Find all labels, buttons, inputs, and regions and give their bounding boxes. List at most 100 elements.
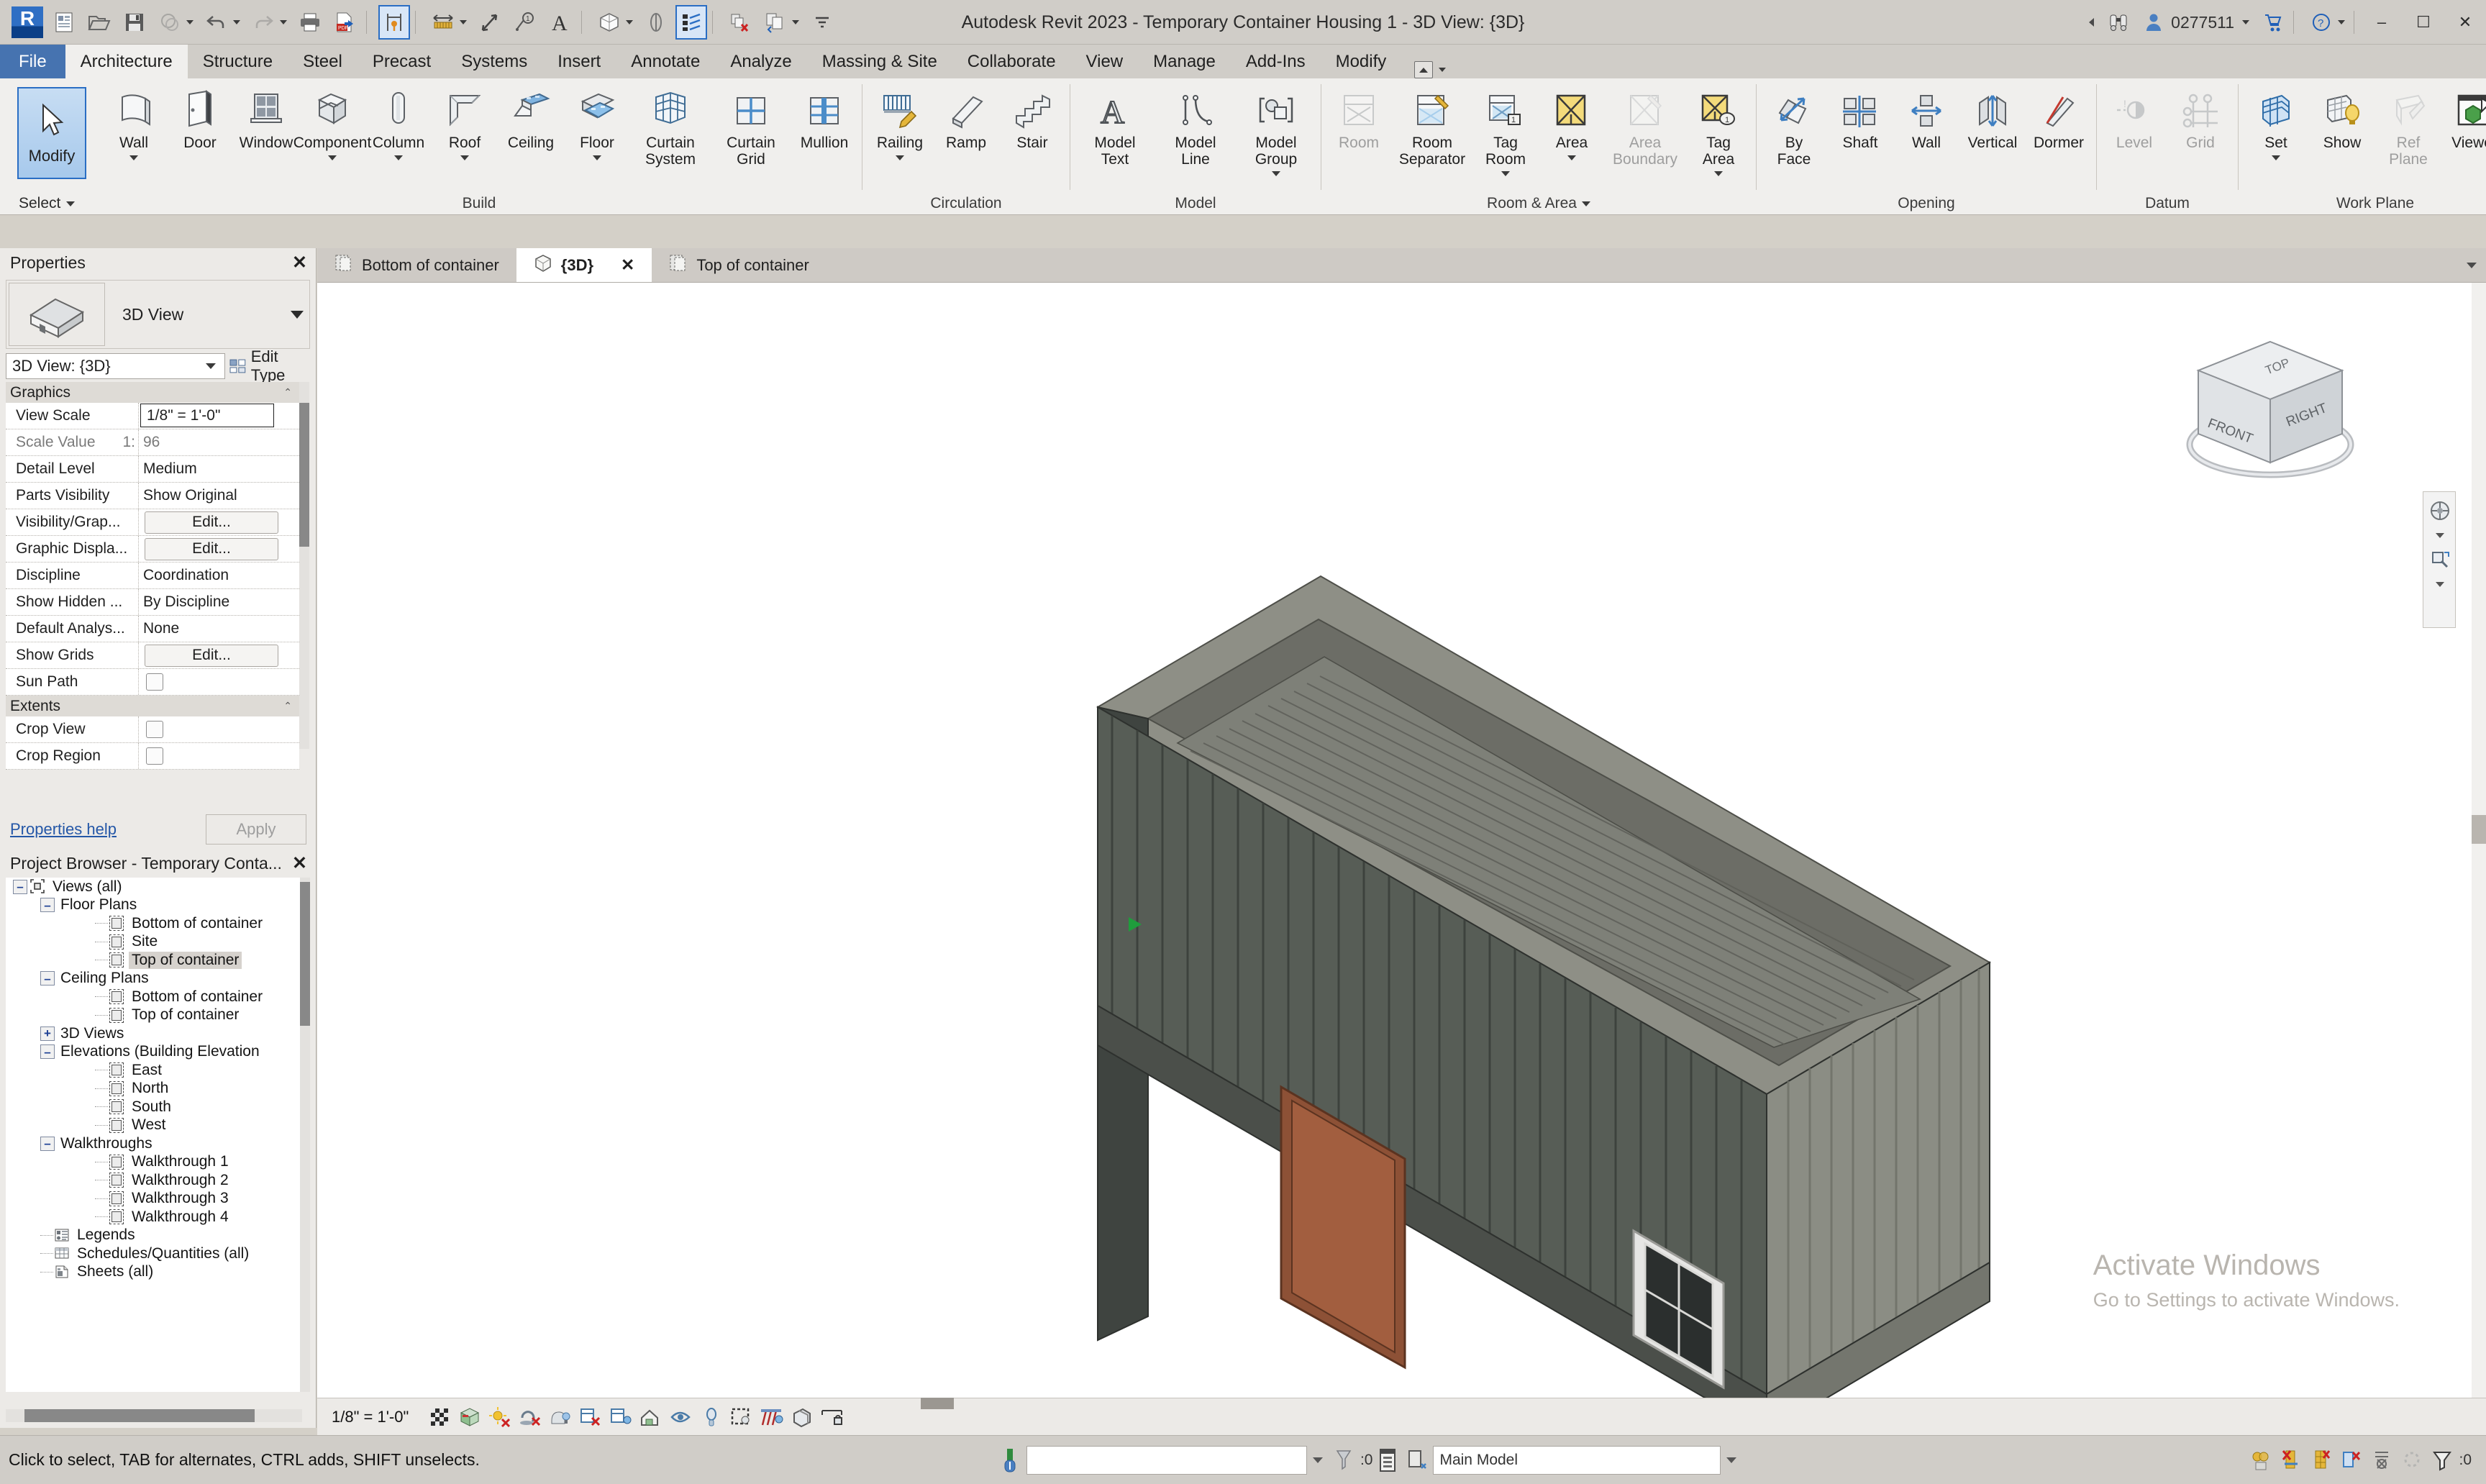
- view-cube[interactable]: TOP FRONT RIGHT: [2162, 326, 2378, 509]
- ribbon-button-railing[interactable]: Railing: [867, 83, 933, 160]
- view-tab-overflow-icon[interactable]: [2457, 248, 2486, 282]
- text-icon[interactable]: A: [546, 6, 575, 38]
- browser-node-top-of-container[interactable]: Top of container: [6, 951, 302, 970]
- property-checkbox[interactable]: [146, 673, 163, 691]
- chevron-down-icon[interactable]: [1501, 171, 1510, 177]
- ribbon-button-tag-room[interactable]: 1 Tag Room: [1472, 83, 1539, 177]
- select-pinned-icon[interactable]: [2397, 1444, 2427, 1477]
- select-underlay-icon[interactable]: [2367, 1444, 2397, 1477]
- keynote-icon[interactable]: 1: [511, 6, 539, 38]
- active-workset-combobox[interactable]: Main Model: [1433, 1445, 1721, 1475]
- ribbon-tab-analyze[interactable]: Analyze: [715, 45, 806, 78]
- browser-node-walkthrough-3[interactable]: Walkthrough 3: [6, 1190, 302, 1208]
- ribbon-button-wall[interactable]: Wall: [1893, 83, 1959, 152]
- ribbon-tab-file[interactable]: File: [0, 45, 65, 78]
- properties-scroll-thumb[interactable]: [299, 403, 309, 547]
- browser-node-elevations-building-elevation[interactable]: – Elevations (Building Elevation: [6, 1043, 302, 1062]
- property-checkbox[interactable]: [146, 721, 163, 738]
- save-icon[interactable]: [120, 6, 149, 38]
- chevron-down-icon[interactable]: [896, 155, 904, 160]
- browser-node-3d-views[interactable]: +3D Views: [6, 1024, 302, 1043]
- ribbon-button-model-text[interactable]: A Model Text: [1075, 83, 1155, 168]
- browser-node-walkthrough-2[interactable]: Walkthrough 2: [6, 1171, 302, 1190]
- ribbon-tab-architecture[interactable]: Architecture: [65, 45, 188, 78]
- browser-node-sheets-all[interactable]: Sheets (all): [6, 1263, 302, 1282]
- ribbon-button-ramp[interactable]: Ramp: [933, 83, 999, 152]
- ribbon-button-door[interactable]: Door: [167, 83, 233, 152]
- editing-requests-icon[interactable]: [1403, 1444, 1433, 1477]
- selection-filter-dropdown-icon[interactable]: [1307, 1457, 1329, 1463]
- browser-node-north[interactable]: North: [6, 1080, 302, 1098]
- properties-group-graphics[interactable]: Graphics ⌃: [6, 382, 299, 403]
- chevron-down-icon[interactable]: [1581, 201, 1590, 206]
- revit-logo-icon[interactable]: R: [12, 6, 43, 38]
- print-icon[interactable]: [296, 6, 324, 38]
- ribbon-button-model-group[interactable]: Model Group: [1236, 83, 1316, 177]
- properties-type-combobox[interactable]: 3D View: {3D}: [6, 353, 225, 379]
- temporary-hide-isolate-icon[interactable]: [666, 1402, 696, 1432]
- property-value[interactable]: Edit...: [139, 536, 299, 562]
- browser-node-bottom-of-container[interactable]: Bottom of container: [6, 988, 302, 1006]
- browser-node-west[interactable]: West: [6, 1116, 302, 1135]
- chevron-down-icon[interactable]: [1714, 171, 1723, 177]
- property-value[interactable]: [139, 743, 299, 769]
- worksets-icon[interactable]: [1372, 1444, 1403, 1477]
- view-tab-3d[interactable]: {3D} ✕: [516, 248, 652, 282]
- maximize-button[interactable]: ☐: [2403, 0, 2444, 45]
- modify-button[interactable]: Modify: [17, 87, 86, 179]
- save-as-icon[interactable]: [155, 6, 184, 38]
- browser-node-legends[interactable]: Legends: [6, 1226, 302, 1245]
- export-pdf-icon[interactable]: PDF: [331, 6, 360, 38]
- ribbon-button-mullion[interactable]: Mullion: [791, 83, 857, 152]
- browser-hscroll-thumb[interactable]: [24, 1409, 255, 1422]
- collapse-icon[interactable]: –: [40, 971, 55, 986]
- collapse-icon[interactable]: –: [40, 1044, 55, 1060]
- edit-type-button[interactable]: Edit Type: [225, 347, 316, 385]
- ribbon-button-show[interactable]: Show: [2309, 83, 2375, 152]
- collapse-icon[interactable]: –: [40, 1136, 55, 1151]
- active-workset-dropdown-icon[interactable]: [1721, 1457, 1742, 1463]
- expand-icon[interactable]: +: [40, 1026, 55, 1041]
- browser-node-walkthrough-4[interactable]: Walkthrough 4: [6, 1208, 302, 1226]
- search-binoculars-icon[interactable]: [2104, 6, 2133, 38]
- ribbon-button-room-separator[interactable]: Room Separator: [1392, 83, 1472, 168]
- undo-icon[interactable]: [202, 6, 231, 38]
- undo-dropdown-icon[interactable]: [231, 6, 242, 38]
- property-value-input[interactable]: 1/8" = 1'-0": [140, 404, 274, 427]
- autodesk-store-icon[interactable]: [2258, 6, 2287, 38]
- browser-node-bottom-of-container[interactable]: Bottom of container: [6, 914, 302, 933]
- chevron-down-icon[interactable]: [2272, 155, 2280, 160]
- select-links-icon[interactable]: [2336, 1444, 2367, 1477]
- steering-wheel-dropdown-icon[interactable]: [2423, 529, 2457, 541]
- reveal-constraints-icon[interactable]: [817, 1402, 847, 1432]
- browser-node-east[interactable]: East: [6, 1061, 302, 1080]
- design-options-icon[interactable]: [2246, 1444, 2276, 1477]
- ribbon-button-curtain-system[interactable]: Curtain System: [630, 83, 711, 168]
- redo-icon[interactable]: [249, 6, 278, 38]
- selection-filter-input[interactable]: [1026, 1445, 1307, 1475]
- browser-node-top-of-container[interactable]: Top of container: [6, 1006, 302, 1025]
- ribbon-button-area[interactable]: Area: [1539, 83, 1605, 160]
- aligned-dimension-icon[interactable]: [429, 6, 457, 38]
- ribbon-button-set[interactable]: Set: [2243, 83, 2309, 160]
- property-checkbox[interactable]: [146, 747, 163, 765]
- customize-qat-icon[interactable]: [808, 6, 837, 38]
- ribbon-button-vertical[interactable]: Vertical: [1959, 83, 2026, 152]
- switch-windows-dropdown-icon[interactable]: [790, 6, 801, 38]
- property-edit-button[interactable]: Edit...: [145, 537, 278, 560]
- ribbon-button-column[interactable]: Column: [365, 83, 432, 160]
- property-value[interactable]: [139, 716, 299, 742]
- lock-3d-view-icon[interactable]: [636, 1402, 666, 1432]
- chevron-up-icon[interactable]: ⌃: [283, 386, 292, 399]
- property-value[interactable]: Edit...: [139, 642, 299, 668]
- ribbon-tab-massing-site[interactable]: Massing & Site: [807, 45, 952, 78]
- ribbon-tab-modify[interactable]: Modify: [1321, 45, 1402, 78]
- browser-node-site[interactable]: Site: [6, 933, 302, 952]
- 3d-view-dropdown-icon[interactable]: [624, 6, 635, 38]
- browser-node-ceiling-plans[interactable]: – Ceiling Plans: [6, 970, 302, 988]
- chevron-down-icon[interactable]: [328, 155, 337, 160]
- ribbon-button-wall[interactable]: Wall: [101, 83, 167, 160]
- ribbon-button-curtain-grid[interactable]: Curtain Grid: [711, 83, 791, 168]
- pan-zoom-dropdown-icon[interactable]: [2423, 578, 2457, 590]
- minimize-button[interactable]: –: [2361, 0, 2403, 45]
